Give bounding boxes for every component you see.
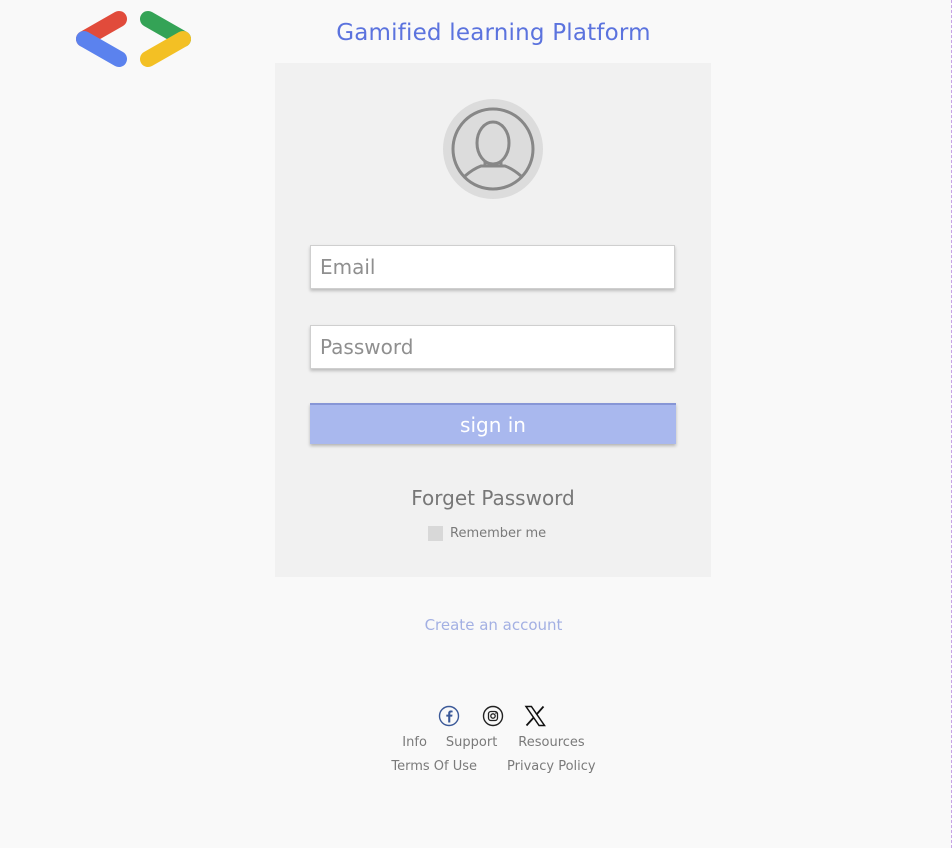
footer-link-info[interactable]: Info [402,735,427,750]
footer-links-legal: Terms Of Use Privacy Policy [276,759,711,774]
footer-link-terms-of-use[interactable]: Terms Of Use [391,759,477,774]
login-card: sign in Forget Password Remember me [275,63,711,577]
create-account-link[interactable]: Create an account [276,616,711,634]
page-title: Gamified learning Platform [336,20,651,46]
social-links [437,703,547,729]
remember-me-row: Remember me [428,524,546,542]
instagram-icon[interactable] [481,704,505,728]
remember-me-checkbox[interactable] [428,525,443,541]
user-avatar-icon [443,99,543,199]
remember-me-label: Remember me [450,525,547,541]
password-field[interactable] [310,325,675,369]
x-icon[interactable] [523,704,547,728]
sign-in-button[interactable]: sign in [310,403,676,444]
forget-password-link[interactable]: Forget Password [275,486,711,510]
footer-links-primary: Info Support Resources [276,735,711,750]
footer-link-support[interactable]: Support [446,735,497,750]
brackets-logo [76,11,191,67]
footer-link-privacy-policy[interactable]: Privacy Policy [507,759,596,774]
facebook-icon[interactable] [437,704,461,728]
email-field[interactable] [310,245,675,289]
footer-link-resources[interactable]: Resources [518,735,584,750]
